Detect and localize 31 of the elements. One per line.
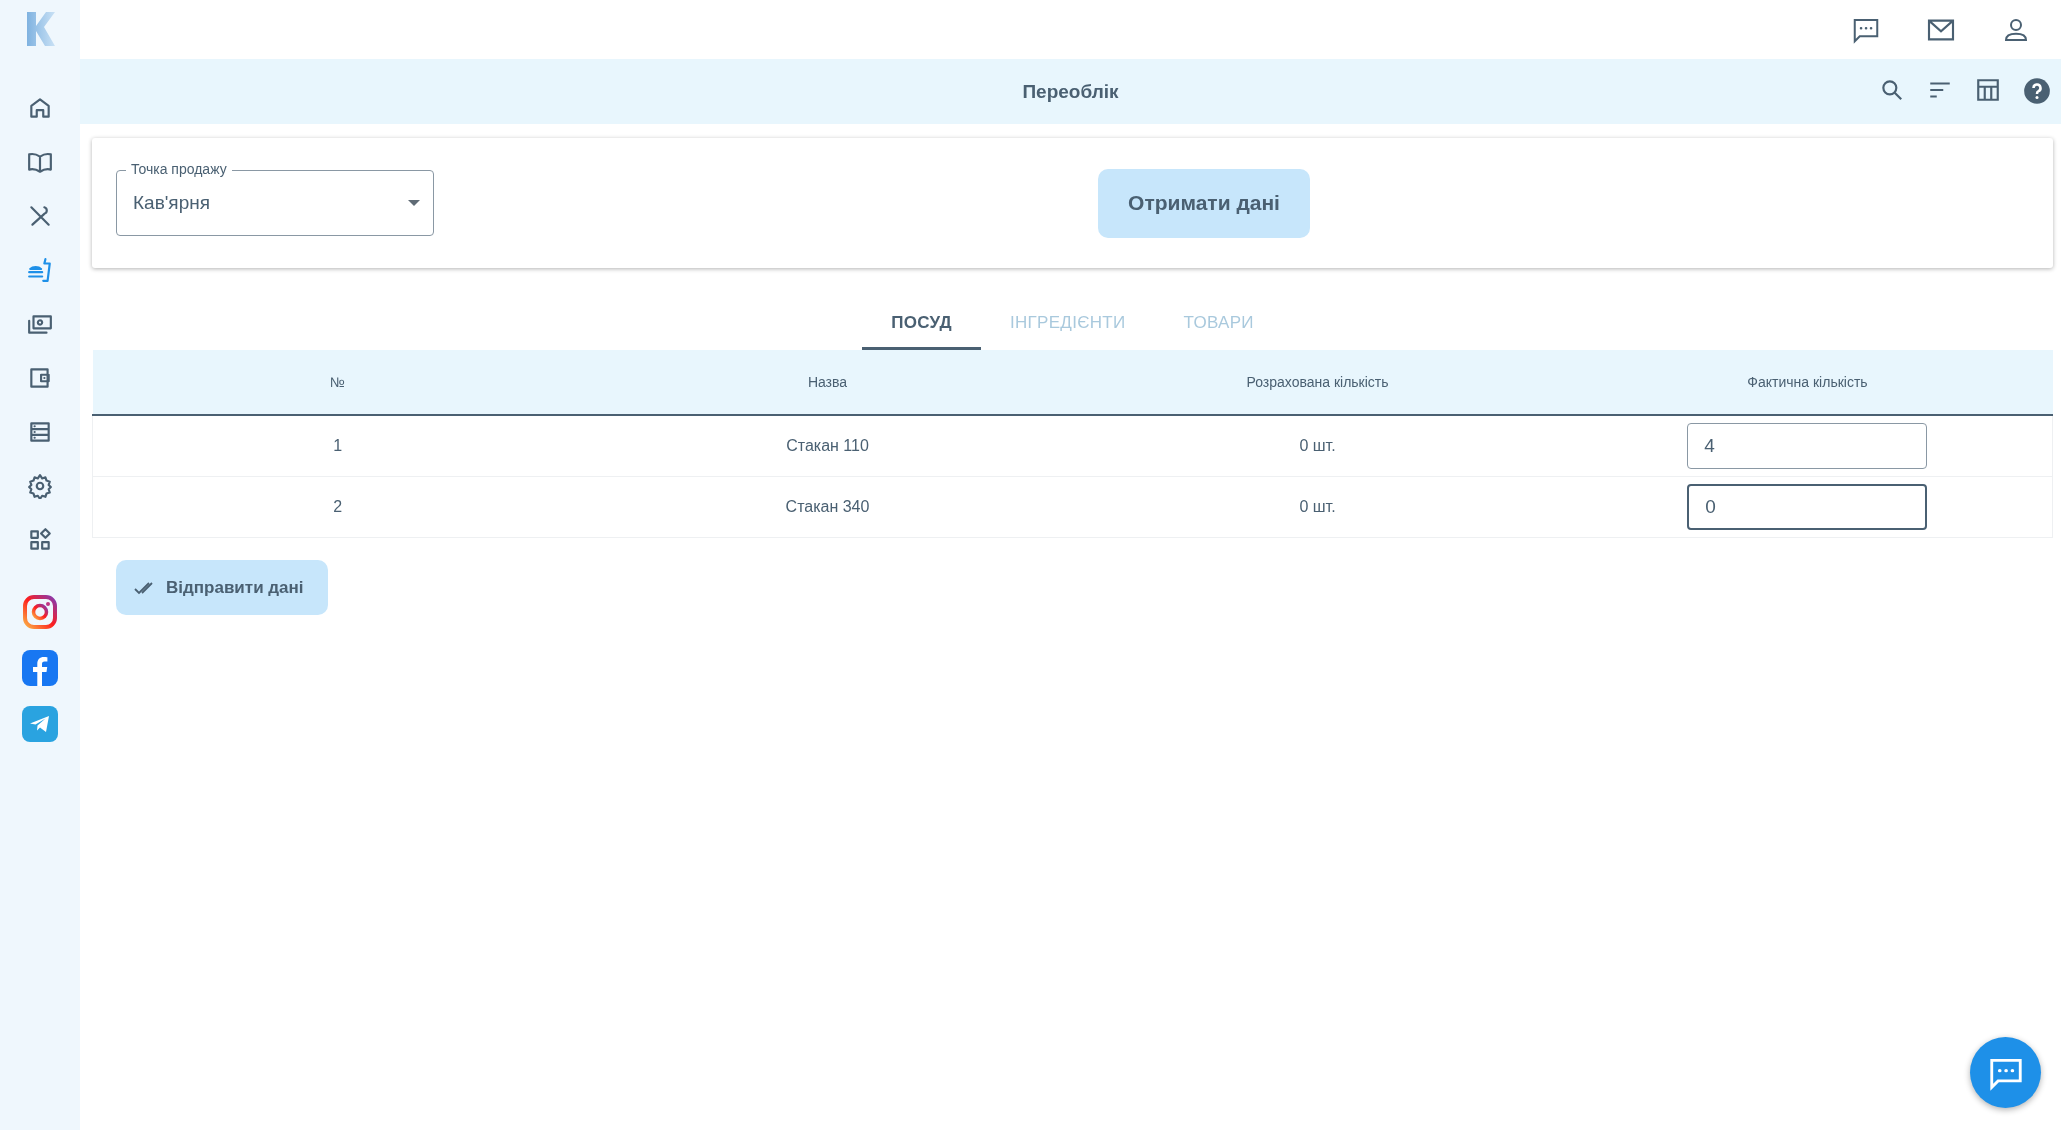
table-cell: Стакан 110 [582, 415, 1073, 477]
column-header: Фактична кількість [1562, 350, 2053, 415]
quantity-input[interactable]: 0 [1687, 484, 1928, 530]
help-icon[interactable] [2023, 77, 2051, 105]
logo-icon [25, 12, 55, 46]
point-of-sale-select[interactable]: Точка продажу Кав'ярня [116, 161, 434, 236]
burger-drink-icon[interactable] [27, 257, 53, 283]
column-header: № [92, 350, 583, 415]
fork-knife-icon[interactable] [27, 203, 53, 229]
table-cell: 1 [92, 415, 583, 477]
search-icon[interactable] [1879, 77, 1905, 103]
wallet-icon[interactable] [27, 365, 53, 391]
get-data-button[interactable]: Отримати дані [1098, 168, 1310, 238]
telegram-icon[interactable] [22, 706, 58, 742]
quantity-input[interactable]: 4 [1687, 423, 1928, 469]
home-icon[interactable] [27, 95, 53, 121]
tiles-icon[interactable] [27, 527, 53, 553]
table-cell: 0 шт. [1072, 415, 1563, 477]
facebook-icon[interactable] [22, 650, 58, 686]
settings-icon[interactable] [27, 473, 53, 499]
table-icon[interactable] [1975, 77, 2001, 103]
page-title: Переоблік [1022, 80, 1119, 103]
table-cell: 0 шт. [1072, 476, 1563, 538]
column-header: Розрахована кількість [1072, 350, 1563, 415]
list-icon[interactable] [27, 419, 53, 445]
instagram-icon[interactable] [22, 594, 58, 630]
table-cell: Стакан 340 [582, 476, 1073, 538]
chat-button[interactable] [1970, 1037, 2041, 1108]
column-header: Назва [582, 350, 1073, 415]
table-cell: 2 [92, 476, 583, 538]
send-data-button[interactable]: Відправити дані [116, 560, 328, 615]
